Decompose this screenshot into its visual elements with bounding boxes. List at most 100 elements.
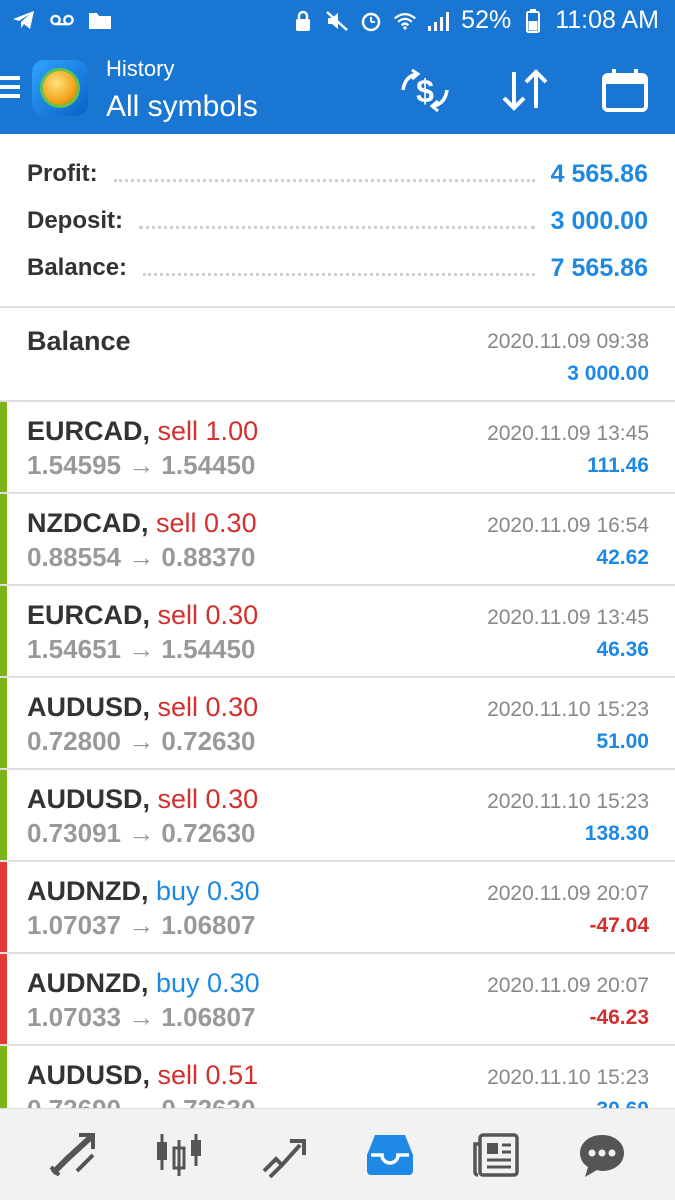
result-bar bbox=[0, 586, 7, 676]
deal-date: 2020.11.10 15:23 bbox=[487, 790, 649, 813]
result-bar bbox=[0, 494, 7, 584]
deal-row[interactable]: AUDUSD, sell 0.30 0.73091 → 0.72630 2020… bbox=[0, 770, 675, 862]
balance-value: 7 565.86 bbox=[550, 253, 648, 282]
deal-prices: 0.72690 → 0.72630 bbox=[27, 1094, 255, 1108]
lock-icon bbox=[291, 9, 315, 33]
deal-row[interactable]: AUDUSD, sell 0.30 0.72800 → 0.72630 2020… bbox=[0, 678, 675, 770]
deal-prices: 1.54651 → 1.54450 bbox=[27, 634, 256, 664]
folder-icon bbox=[88, 8, 112, 32]
news-icon[interactable] bbox=[466, 1125, 526, 1185]
deals-list[interactable]: EURCAD, sell 1.00 1.54595 → 1.54450 2020… bbox=[0, 402, 675, 1108]
status-bar: 52% 11:08 AM bbox=[0, 0, 675, 46]
deal-row[interactable]: AUDUSD, sell 0.51 0.72690 → 0.72630 2020… bbox=[0, 1046, 675, 1108]
deal-row[interactable]: EURCAD, sell 1.00 1.54595 → 1.54450 2020… bbox=[0, 402, 675, 494]
chart-icon[interactable] bbox=[149, 1125, 209, 1185]
deal-side: sell 0.30 bbox=[157, 600, 259, 630]
svg-text:$: $ bbox=[416, 73, 434, 109]
deal-side: sell 0.51 bbox=[157, 1060, 259, 1090]
deal-title: AUDUSD, sell 0.30 bbox=[27, 692, 258, 723]
deal-prices: 0.88554 → 0.88370 bbox=[27, 542, 256, 572]
balance-label: Balance: bbox=[27, 254, 128, 281]
deal-profit: 138.30 bbox=[584, 822, 649, 845]
hamburger-menu-icon[interactable] bbox=[0, 76, 20, 100]
calendar-icon[interactable] bbox=[599, 66, 651, 114]
deal-prices: 0.72800 → 0.72630 bbox=[27, 726, 256, 756]
clock: 11:08 AM bbox=[555, 6, 659, 34]
header-subtitle: History bbox=[106, 56, 175, 81]
deal-symbol: AUDUSD, bbox=[27, 784, 151, 814]
balance-operation-row[interactable]: Balance 2020.11.09 09:38 3 000.00 bbox=[0, 310, 675, 402]
deal-symbol: AUDUSD, bbox=[27, 1060, 151, 1090]
deal-profit: 111.46 bbox=[587, 454, 649, 477]
deal-profit: 46.36 bbox=[596, 638, 649, 661]
chat-icon[interactable] bbox=[572, 1125, 632, 1185]
deal-date: 2020.11.09 20:07 bbox=[487, 974, 649, 997]
sort-icon[interactable] bbox=[499, 66, 551, 114]
deal-symbol: AUDNZD, bbox=[27, 876, 149, 906]
dotted-leader bbox=[113, 178, 535, 182]
deal-profit: 42.62 bbox=[596, 546, 649, 569]
deal-profit: 30.60 bbox=[596, 1098, 649, 1108]
quotes-icon[interactable] bbox=[43, 1125, 103, 1185]
deal-title: AUDUSD, sell 0.51 bbox=[27, 1060, 258, 1091]
bottom-navigation bbox=[0, 1108, 675, 1200]
deal-prices: 1.07033 → 1.06807 bbox=[27, 1002, 256, 1032]
deal-title: AUDUSD, sell 0.30 bbox=[27, 784, 258, 815]
dotted-leader bbox=[139, 225, 535, 229]
deal-title: AUDNZD, buy 0.30 bbox=[27, 968, 260, 999]
profit-label: Profit: bbox=[27, 160, 98, 187]
metatrader-logo[interactable] bbox=[32, 60, 88, 116]
deal-row[interactable]: EURCAD, sell 0.30 1.54651 → 1.54450 2020… bbox=[0, 586, 675, 678]
deposit-label: Deposit: bbox=[27, 207, 123, 234]
deal-date: 2020.11.10 15:23 bbox=[487, 1066, 649, 1089]
deal-date: 2020.11.09 16:54 bbox=[487, 514, 649, 537]
deal-prices: 0.73091 → 0.72630 bbox=[27, 818, 256, 848]
deal-profit: -47.04 bbox=[589, 914, 649, 937]
battery-percent: 52% bbox=[461, 6, 512, 34]
deal-symbol: AUDUSD, bbox=[27, 692, 151, 722]
alarm-icon bbox=[359, 9, 383, 33]
result-bar bbox=[0, 862, 7, 952]
history-summary: Profit: 4 565.86 Deposit: 3 000.00 Balan… bbox=[0, 134, 675, 308]
deal-row[interactable]: AUDNZD, buy 0.30 1.07037 → 1.06807 2020.… bbox=[0, 862, 675, 954]
trade-icon[interactable] bbox=[255, 1125, 315, 1185]
result-bar bbox=[0, 1046, 7, 1108]
status-right-icons: 52% 11:08 AM bbox=[291, 6, 659, 35]
deal-title: EURCAD, sell 0.30 bbox=[27, 600, 258, 631]
deal-symbol: EURCAD, bbox=[27, 416, 151, 446]
app-bar: History All symbols $ bbox=[0, 46, 675, 134]
deal-date: 2020.11.09 20:07 bbox=[487, 882, 649, 905]
dotted-leader bbox=[143, 272, 535, 276]
result-bar bbox=[0, 954, 7, 1044]
deal-row[interactable]: AUDNZD, buy 0.30 1.07033 → 1.06807 2020.… bbox=[0, 954, 675, 1046]
deal-title: NZDCAD, sell 0.30 bbox=[27, 508, 257, 539]
deal-date: 2020.11.10 15:23 bbox=[487, 698, 649, 721]
deal-side: buy 0.30 bbox=[156, 876, 260, 906]
deal-symbol: NZDCAD, bbox=[27, 508, 149, 538]
balance-operation-amount: 3 000.00 bbox=[567, 362, 649, 385]
deal-title: EURCAD, sell 1.00 bbox=[27, 416, 258, 447]
profit-value: 4 565.86 bbox=[550, 159, 648, 188]
deal-side: buy 0.30 bbox=[156, 968, 260, 998]
balance-row: Balance: 7 565.86 bbox=[27, 248, 648, 288]
signal-icon bbox=[427, 9, 451, 33]
deal-row[interactable]: NZDCAD, sell 0.30 0.88554 → 0.88370 2020… bbox=[0, 494, 675, 586]
deal-profit: -46.23 bbox=[589, 1006, 649, 1029]
deal-symbol: EURCAD, bbox=[27, 600, 151, 630]
deal-prices: 1.54595 → 1.54450 bbox=[27, 450, 256, 480]
mute-icon bbox=[325, 9, 349, 33]
balance-operation-title: Balance bbox=[27, 326, 131, 356]
deal-symbol: AUDNZD, bbox=[27, 968, 149, 998]
voicemail-icon bbox=[50, 8, 74, 32]
deal-side: sell 1.00 bbox=[157, 416, 259, 446]
deposit-value: 3 000.00 bbox=[550, 206, 648, 235]
deal-prices: 1.07037 → 1.06807 bbox=[27, 910, 256, 940]
deal-side: sell 0.30 bbox=[157, 692, 259, 722]
currency-exchange-icon[interactable]: $ bbox=[399, 66, 451, 114]
header-title[interactable]: All symbols bbox=[106, 90, 258, 124]
deal-title: AUDNZD, buy 0.30 bbox=[27, 876, 260, 907]
deal-date: 2020.11.09 13:45 bbox=[487, 606, 649, 629]
status-left-icons bbox=[12, 8, 112, 32]
deal-date: 2020.11.09 13:45 bbox=[487, 422, 649, 445]
history-icon[interactable] bbox=[360, 1125, 420, 1185]
